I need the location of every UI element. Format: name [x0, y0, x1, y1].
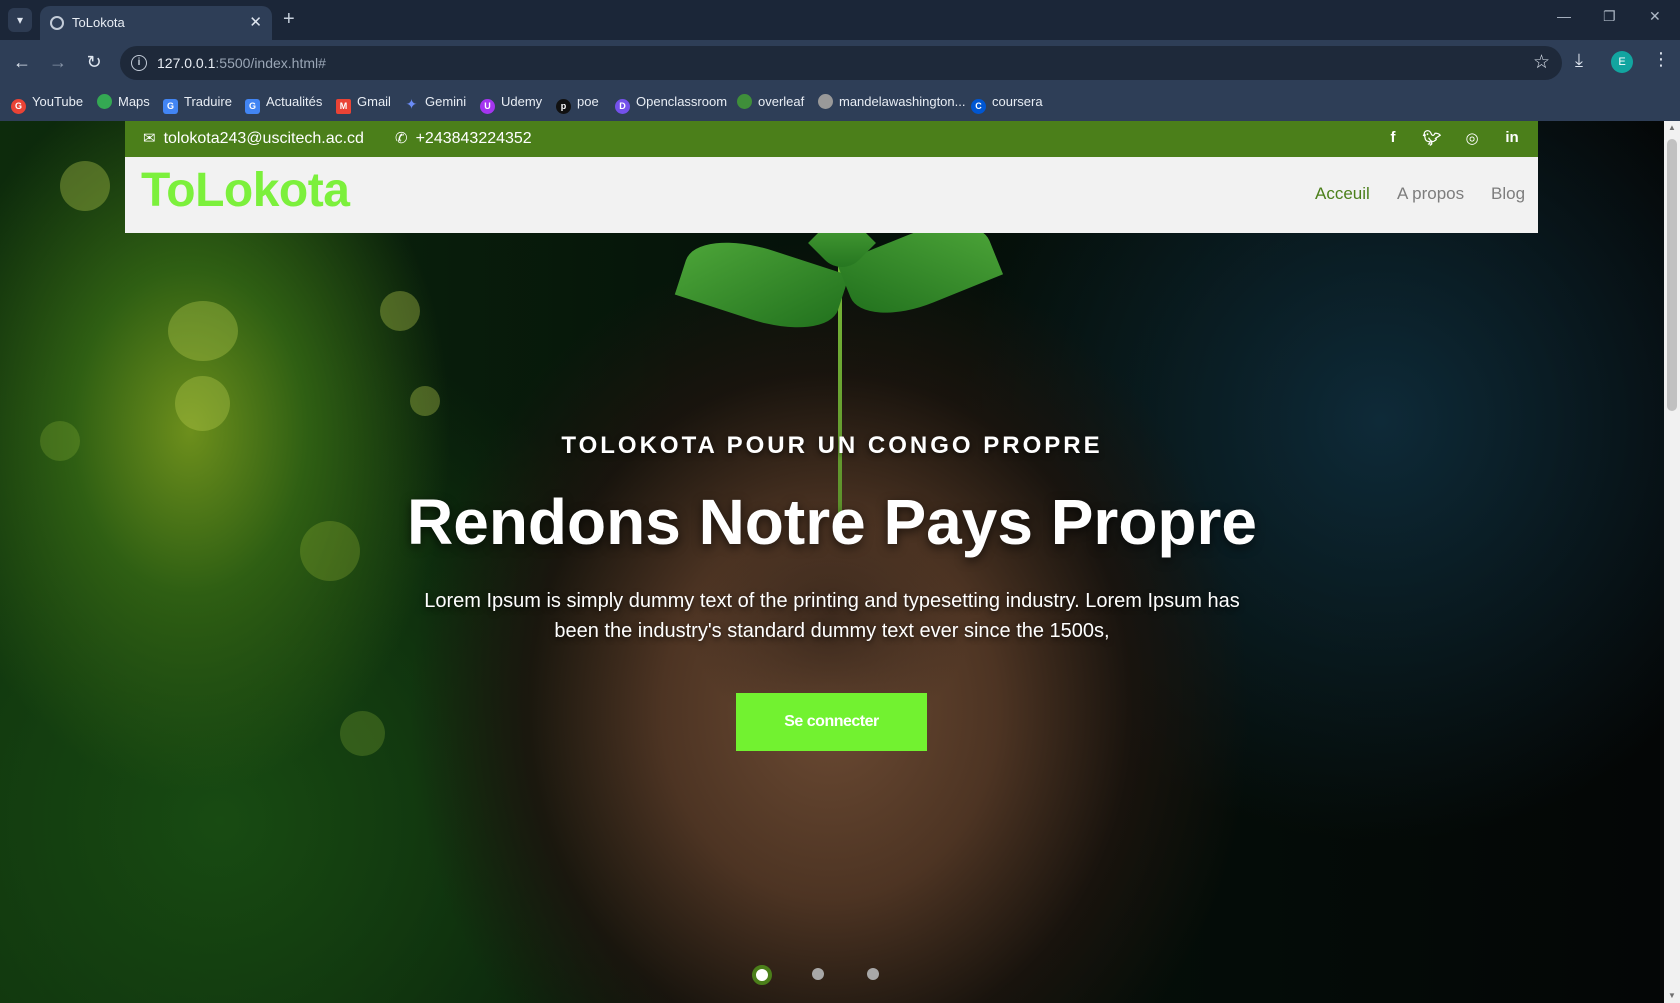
forward-icon[interactable]: → — [46, 51, 70, 73]
contact-topbar: ✉ tolokota243@uscitech.ac.cd ✆ +2438432243… — [125, 121, 1538, 157]
instagram-icon[interactable]: ◎ — [1462, 129, 1482, 147]
coursera-icon: C — [971, 99, 986, 114]
linkedin-icon[interactable]: in — [1502, 129, 1522, 146]
carousel-dot-1[interactable] — [752, 965, 772, 985]
facebook-icon[interactable]: f — [1383, 129, 1403, 146]
tab-strip: ▾ ToLokota ✕ + — ❐ ✕ — [0, 0, 1680, 40]
tab-active[interactable]: ToLokota ✕ — [40, 6, 272, 40]
hero-lead: Lorem Ipsum is simply dummy text of the … — [424, 590, 1240, 642]
bookmark-gemini[interactable]: ✦ Gemini — [404, 94, 467, 112]
gemini-icon: ✦ — [405, 96, 418, 112]
nav-link-acceuil[interactable]: Acceuil — [1315, 184, 1370, 204]
new-tab-icon[interactable]: + — [283, 8, 295, 30]
tab-search-icon[interactable]: ▾ — [8, 8, 32, 32]
phone-icon: ✆ — [395, 130, 408, 147]
carousel-dot-2[interactable] — [812, 968, 824, 980]
close-tab-icon[interactable]: ✕ — [249, 13, 262, 31]
bookmark-maps[interactable]: Maps — [97, 94, 150, 109]
twitter-icon[interactable]: 🐦︎ — [1422, 129, 1442, 147]
bookmark-mandelawashington[interactable]: mandelawashington... — [818, 94, 965, 109]
scroll-down-icon[interactable]: ▼ — [1668, 991, 1676, 1000]
back-icon[interactable]: ← — [10, 51, 34, 73]
reload-icon[interactable]: ↻ — [82, 51, 106, 73]
tab-title: ToLokota — [72, 15, 125, 30]
profile-avatar[interactable]: E — [1611, 51, 1633, 73]
maps-icon — [97, 94, 112, 109]
globe-icon — [50, 16, 64, 30]
bookmark-coursera[interactable]: Ccoursera — [971, 94, 1043, 114]
google-icon: G — [11, 99, 26, 114]
bookmark-traduire[interactable]: G Traduire — [163, 94, 232, 114]
browser-chrome: ▾ ToLokota ✕ + — ❐ ✕ ← → ↻ i 127.0.0.1:5… — [0, 0, 1680, 121]
site-navbar: ToLokota Acceuil A propos Blog — [125, 157, 1538, 233]
page-viewport: ✉ tolokota243@uscitech.ac.cd ✆ +2438432243… — [0, 121, 1664, 1003]
window-close-icon[interactable]: ✕ — [1649, 8, 1661, 25]
download-icon[interactable]: ⤓ — [1575, 50, 1583, 71]
hero-headline: Rendons Notre Pays Propre — [407, 486, 1257, 558]
bookmarks-bar: G YouTube Maps G Traduire G Actualités M Gma… — [0, 86, 1680, 121]
nav-link-a-propos[interactable]: A propos — [1397, 184, 1464, 204]
connect-button[interactable]: Se connecter — [736, 693, 927, 751]
bookmark-overleaf[interactable]: overleaf — [737, 94, 804, 109]
gmail-icon: M — [336, 99, 351, 114]
mandela-icon — [818, 94, 833, 109]
browser-toolbar: ← → ↻ i 127.0.0.1:5500/index.html# ☆ ⤓ E… — [0, 40, 1680, 86]
site-info-icon[interactable]: i — [131, 55, 147, 71]
carousel-dot-3[interactable] — [867, 968, 879, 980]
bookmark-youtube[interactable]: G YouTube — [11, 94, 83, 114]
bookmark-udemy[interactable]: U Udemy — [480, 94, 542, 114]
nav-link-blog[interactable]: Blog — [1491, 184, 1525, 204]
udemy-icon: U — [480, 99, 495, 114]
contact-phone[interactable]: ✆ +243843224352 — [395, 129, 532, 148]
bookmark-openclassroom[interactable]: D Openclassroom — [615, 94, 727, 114]
bookmark-gmail[interactable]: M Gmail — [336, 94, 391, 114]
address-bar[interactable]: i 127.0.0.1:5500/index.html# ☆ — [120, 46, 1562, 80]
scroll-thumb[interactable] — [1667, 139, 1677, 411]
scroll-up-icon[interactable]: ▲ — [1668, 123, 1676, 132]
restore-icon[interactable]: ❐ — [1603, 8, 1616, 25]
bookmark-poe[interactable]: p poe — [556, 94, 599, 114]
news-icon: G — [245, 99, 260, 114]
openclassroom-icon: D — [615, 99, 630, 114]
hero-kicker: TOLOKOTA POUR UN CONGO PROPRE — [561, 432, 1103, 459]
contact-email[interactable]: ✉ tolokota243@uscitech.ac.cd — [143, 129, 364, 148]
translate-icon: G — [163, 99, 178, 114]
minimize-icon[interactable]: — — [1557, 8, 1571, 24]
overleaf-icon — [737, 94, 752, 109]
site-logo[interactable]: ToLokota — [141, 163, 350, 218]
poe-icon: p — [556, 99, 571, 114]
url-text: 127.0.0.1:5500/index.html# — [157, 55, 326, 71]
bookmark-star-icon[interactable]: ☆ — [1533, 51, 1550, 74]
envelope-icon: ✉ — [143, 130, 156, 147]
more-menu-icon[interactable]: ⋮ — [1652, 49, 1670, 70]
bookmark-actualites[interactable]: G Actualités — [245, 94, 322, 114]
page-scrollbar[interactable]: ▲ ▼ — [1664, 121, 1680, 1003]
